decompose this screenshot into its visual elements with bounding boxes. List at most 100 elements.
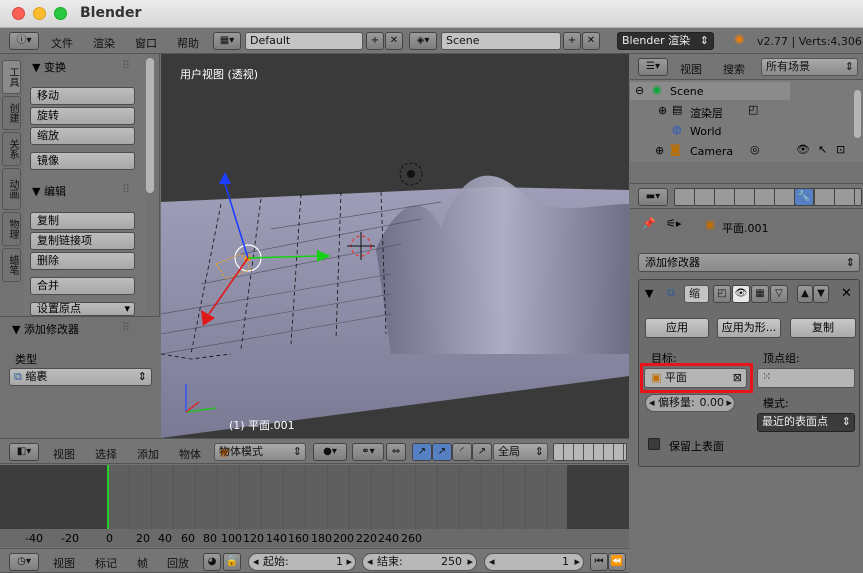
visibility-eye-icon[interactable]: 👁	[796, 143, 810, 156]
menu-render[interactable]: 渲染	[93, 35, 115, 51]
outliner-scrollbar[interactable]	[854, 90, 861, 138]
3d-viewport[interactable]: 用户视图 (透视) (1) 平面.001	[161, 54, 629, 438]
scene-field[interactable]: Scene	[441, 32, 561, 50]
modifier-name-field[interactable]: 缩	[684, 285, 709, 303]
tab-physics[interactable]: 物理	[2, 212, 21, 246]
vertex-group-field[interactable]: ⁙	[757, 368, 855, 388]
tab-animation[interactable]: 动画	[2, 168, 21, 210]
scale-button[interactable]: 缩放	[30, 127, 135, 145]
translate-button[interactable]: 移动	[30, 87, 135, 105]
offset-field[interactable]: ◂ 偏移量: 0.00 ▸	[645, 394, 735, 412]
translate-manipulator-icon[interactable]: ↗	[412, 443, 432, 461]
close-window-button[interactable]	[12, 7, 25, 20]
timeline-area[interactable]: -40 -20 0 20 40 60 80 100 120 140 160 18…	[0, 465, 629, 547]
add-layout-icon[interactable]: +	[366, 32, 384, 50]
outliner-item-scene[interactable]: Scene	[670, 85, 704, 98]
remove-layout-icon[interactable]: ✕	[385, 32, 403, 50]
current-frame-field[interactable]: ◂ 1 ▸	[484, 553, 584, 571]
menu-view[interactable]: 视图	[53, 446, 75, 462]
manipulator-toggle-icon[interactable]: ⇔	[386, 443, 406, 461]
menu-select[interactable]: 选择	[95, 446, 117, 462]
lock-icon[interactable]: 🔒	[223, 553, 241, 571]
menu-marker[interactable]: 标记	[95, 555, 117, 571]
menu-outliner-search[interactable]: 搜索	[723, 61, 745, 77]
pin-icon[interactable]: 📌	[642, 217, 656, 230]
orientation-select[interactable]: 全局 ⇕	[493, 443, 548, 461]
render-toggle-icon[interactable]: ◰	[713, 285, 731, 303]
maximize-window-button[interactable]	[54, 7, 67, 20]
duplicate-button[interactable]: 复制	[30, 212, 135, 230]
record-icon[interactable]: ◕	[203, 553, 221, 571]
tab-grease-pencil[interactable]: 蜡笔	[2, 248, 21, 282]
renderable-camera-icon[interactable]: ⊡	[836, 143, 845, 156]
outliner-item-camera[interactable]: Camera	[690, 145, 733, 158]
add-scene-icon[interactable]: +	[563, 32, 581, 50]
timeline-editor-type-button[interactable]: ◷▾	[9, 553, 39, 571]
layer-buttons[interactable]	[553, 443, 627, 461]
move-down-icon[interactable]: ▼	[813, 285, 829, 303]
menu-playback[interactable]: 回放	[167, 555, 189, 571]
render-engine-select[interactable]: Blender 渲染 ⇕	[617, 32, 714, 50]
properties-context-tabs[interactable]	[674, 188, 862, 206]
jump-back-icon[interactable]: ⏪	[608, 553, 626, 571]
scene-icon[interactable]: ◈▾	[409, 32, 437, 50]
selectable-cursor-icon[interactable]: ↖	[818, 143, 827, 156]
set-origin-button[interactable]: 设置原点 ▾	[30, 302, 135, 316]
end-frame-field[interactable]: ◂ 结束: 250 ▸	[362, 553, 477, 571]
menu-window[interactable]: 窗口	[135, 35, 157, 51]
expand-icon[interactable]: ⊕	[655, 144, 664, 157]
delete-button[interactable]: 删除	[30, 252, 135, 270]
collapse-modifier-icon[interactable]: ▼	[645, 287, 653, 300]
manipulator-select-icon[interactable]: ↗	[472, 443, 492, 461]
tab-create[interactable]: 创建	[2, 96, 21, 130]
add-modifier-select[interactable]: 添加修改器 ⇕	[638, 253, 860, 272]
screen-layout-field[interactable]: Default	[245, 32, 363, 50]
move-up-icon[interactable]: ▲	[797, 285, 813, 303]
mode-select[interactable]: ▣ 物体模式 ⇕	[214, 443, 306, 461]
scale-manipulator-icon[interactable]: ◜	[452, 443, 472, 461]
modifier-wrench-icon[interactable]: 🔧	[794, 188, 814, 206]
menu-help[interactable]: 帮助	[177, 35, 199, 51]
wrap-mode-select[interactable]: 最近的表面点 ⇕	[757, 413, 855, 432]
outliner-item-world[interactable]: World	[690, 125, 722, 138]
duplicate-linked-button[interactable]: 复制链接项	[30, 232, 135, 250]
tab-tools[interactable]: 工具	[2, 60, 21, 94]
transform-panel-header[interactable]: ▼ 变换	[32, 59, 66, 75]
info-editor-type-button[interactable]: ⓘ▾	[9, 32, 39, 50]
rotate-button[interactable]: 旋转	[30, 107, 135, 125]
remove-scene-icon[interactable]: ✕	[582, 32, 600, 50]
cage-toggle-icon[interactable]: ▽	[770, 285, 788, 303]
mirror-button[interactable]: 镜像	[30, 152, 135, 170]
jump-start-icon[interactable]: ⏮	[590, 553, 608, 571]
drag-handle-icon[interactable]: ⠿	[122, 183, 130, 196]
outliner-filter-select[interactable]: 所有场景 ⇕	[761, 58, 858, 76]
copy-modifier-button[interactable]: 复制	[790, 318, 856, 338]
edit-panel-header[interactable]: ▼ 编辑	[32, 183, 66, 199]
minimize-window-button[interactable]	[33, 7, 46, 20]
tool-shelf-scrollbar[interactable]	[146, 58, 154, 193]
shading-icon[interactable]: ●▾	[313, 443, 347, 461]
view3d-editor-type-button[interactable]: ◧▾	[9, 443, 39, 461]
join-button[interactable]: 合并	[30, 277, 135, 295]
operator-panel-header[interactable]: ▼ 添加修改器	[12, 321, 79, 337]
apply-as-shape-button[interactable]: 应用为形...	[717, 318, 781, 338]
keep-above-checkbox[interactable]	[648, 438, 660, 450]
menu-add[interactable]: 添加	[137, 446, 159, 462]
start-frame-field[interactable]: ◂ 起始: 1 ▸	[248, 553, 356, 571]
pivot-icon[interactable]: ⚭▾	[352, 443, 384, 461]
tab-relations[interactable]: 关系	[2, 132, 21, 166]
modifier-type-select[interactable]: ⧉ 缩裹 ⇕	[9, 368, 152, 386]
menu-object[interactable]: 物体	[179, 446, 201, 462]
viewport-toggle-icon[interactable]: 👁	[732, 285, 750, 303]
properties-editor-type-button[interactable]: ▬▾	[638, 188, 668, 206]
remove-modifier-icon[interactable]: ✕	[841, 286, 852, 301]
apply-button[interactable]: 应用	[645, 318, 709, 338]
current-frame-indicator[interactable]	[107, 465, 109, 529]
menu-frame[interactable]: 帧	[137, 555, 148, 571]
drag-handle-icon[interactable]: ⠿	[122, 59, 130, 72]
editmode-toggle-icon[interactable]: ▦	[751, 285, 769, 303]
drag-handle-icon[interactable]: ⠿	[122, 321, 130, 334]
rotate-manipulator-icon[interactable]: ↗	[432, 443, 452, 461]
menu-file[interactable]: 文件	[51, 35, 73, 51]
menu-outliner-view[interactable]: 视图	[680, 61, 702, 77]
